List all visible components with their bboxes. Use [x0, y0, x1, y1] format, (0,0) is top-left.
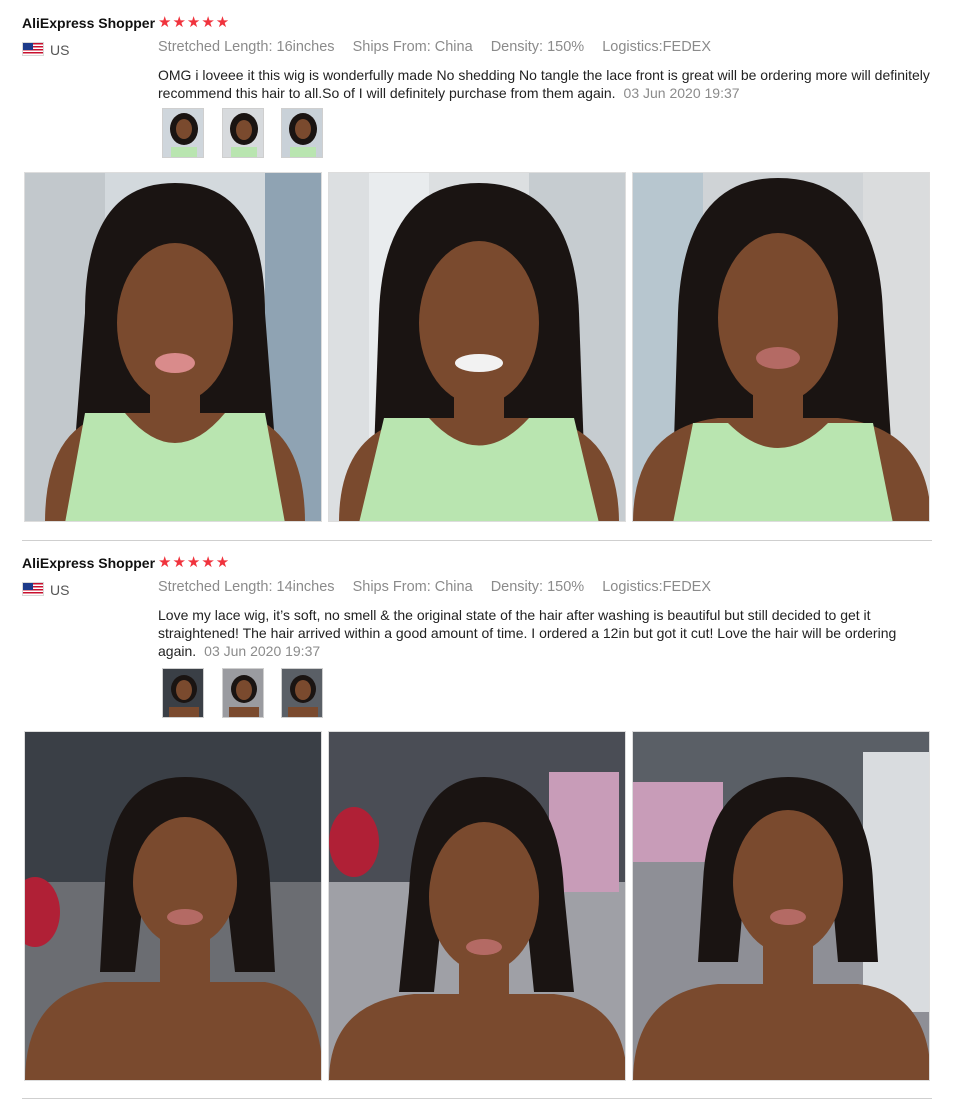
review-text: OMG i loveee it this wig is wonderfully …	[158, 66, 938, 102]
product-attributes: Stretched Length: 16inches Ships From: C…	[158, 39, 725, 55]
review-date: 03 Jun 2020 19:37	[204, 643, 321, 659]
us-flag-icon	[22, 582, 44, 596]
review-date: 03 Jun 2020 19:37	[623, 85, 740, 101]
photo-gallery	[24, 172, 932, 524]
thumbnail-strip	[162, 108, 332, 160]
attr-ships-from: Ships From: China	[352, 579, 473, 595]
review-thumbnail[interactable]	[162, 668, 204, 718]
review-thumbnail[interactable]	[162, 108, 204, 158]
attr-length: Stretched Length: 16inches	[158, 39, 335, 55]
review-body: OMG i loveee it this wig is wonderfully …	[158, 67, 930, 101]
attr-length: Stretched Length: 14inches	[158, 579, 335, 595]
review-photo[interactable]	[632, 731, 930, 1081]
review-photo[interactable]	[632, 172, 930, 522]
review-photo[interactable]	[328, 172, 626, 522]
attr-logistics: Logistics:FEDEX	[602, 579, 712, 595]
review-thumbnail[interactable]	[281, 108, 323, 158]
reviewer-country: US	[50, 42, 70, 58]
attr-density: Density: 150%	[490, 579, 585, 595]
review-thumbnail[interactable]	[222, 108, 264, 158]
thumbnail-strip	[162, 668, 332, 720]
reviewer-name: AliExpress Shopper	[22, 555, 156, 571]
reviewer-country: US	[50, 582, 70, 598]
review-thumbnail[interactable]	[281, 668, 323, 718]
attr-density: Density: 150%	[490, 39, 585, 55]
review-photo[interactable]	[24, 172, 322, 522]
star-rating: ★★★★★	[158, 554, 231, 571]
attr-logistics: Logistics:FEDEX	[602, 39, 712, 55]
review-photo[interactable]	[328, 731, 626, 1081]
review-divider	[22, 1098, 932, 1099]
us-flag-icon	[22, 42, 44, 56]
review-photo[interactable]	[24, 731, 322, 1081]
reviewer-name: AliExpress Shopper	[22, 15, 156, 31]
review-thumbnail[interactable]	[222, 668, 264, 718]
star-rating: ★★★★★	[158, 14, 231, 31]
review-divider	[22, 540, 932, 541]
photo-gallery	[24, 731, 932, 1083]
product-attributes: Stretched Length: 14inches Ships From: C…	[158, 579, 725, 595]
review-text: Love my lace wig, it’s soft, no smell & …	[158, 606, 938, 660]
attr-ships-from: Ships From: China	[352, 39, 473, 55]
